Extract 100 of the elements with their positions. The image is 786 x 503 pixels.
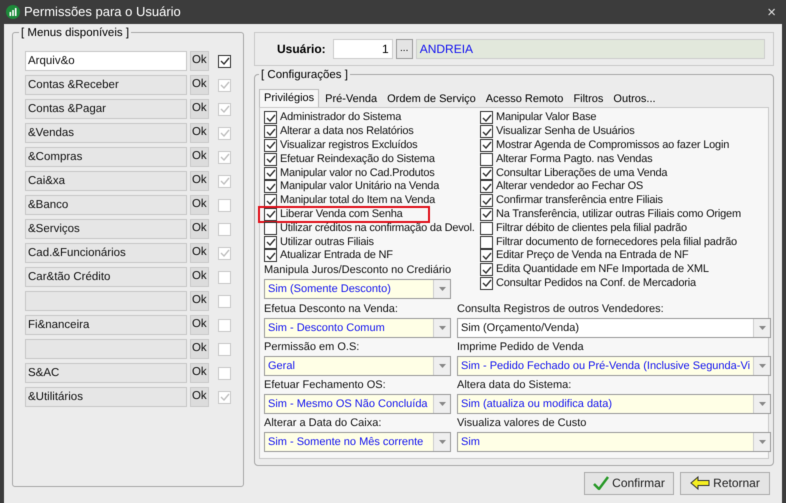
option-label: Manipular Valor Base — [496, 112, 596, 124]
field-label: Consulta Registros de outros Vendedores: — [457, 302, 664, 317]
check-icon — [220, 128, 230, 138]
option-label: Visualizar Senha de Usuários — [496, 126, 635, 138]
checkbox[interactable] — [264, 125, 277, 138]
check-icon — [593, 476, 610, 490]
checkbox[interactable] — [264, 249, 277, 262]
option-label: Editar Preço de Venda na Entrada de NF — [496, 250, 688, 262]
checkbox[interactable] — [264, 208, 277, 221]
checkbox[interactable] — [480, 222, 493, 235]
checkbox[interactable] — [264, 194, 277, 208]
option-label: Edita Quantidade em NFe Importada de XML — [496, 264, 709, 276]
check-icon — [482, 278, 492, 288]
dropdown[interactable]: Sim - Desconto Comum — [264, 318, 451, 338]
field-label: Alterar a Data do Caixa: — [264, 416, 382, 431]
check-icon — [266, 237, 276, 248]
option-label: Utilizar outras Filiais — [280, 236, 374, 248]
check-icon — [220, 152, 230, 162]
check-icon — [482, 112, 492, 123]
check-icon — [266, 140, 276, 150]
checkbox[interactable] — [264, 180, 277, 194]
dropdown[interactable]: Sim - Pedido Fechado ou Pré-Venda (Inclusive Segunda-Vi — [457, 356, 772, 376]
checkbox[interactable] — [480, 249, 493, 262]
checkbox[interactable] — [264, 138, 277, 152]
ok-button[interactable]: Ok — [190, 51, 209, 71]
checkbox[interactable] — [264, 152, 277, 166]
tab[interactable]: Acesso Remoto — [482, 92, 568, 107]
check-icon — [266, 126, 276, 137]
dropdown[interactable]: Geral — [264, 356, 451, 376]
tab[interactable]: Ordem de Serviço — [383, 92, 480, 107]
option-label: Manipular total do Item na Venda — [280, 195, 436, 206]
check-icon — [482, 196, 492, 206]
tab[interactable]: Filtros — [569, 92, 608, 107]
check-icon — [266, 182, 276, 192]
option-label: Alterar a data nos Relatórios — [280, 126, 414, 138]
option-label: Administrador do Sistema — [280, 112, 402, 124]
checkbox[interactable] — [480, 166, 493, 180]
checkbox[interactable] — [264, 236, 277, 249]
option-label: Utilizar créditos na confirmação da Devol. — [280, 222, 475, 234]
checkbox[interactable] — [480, 180, 493, 194]
field-label: Imprime Pedido de Venda — [457, 340, 584, 355]
check-icon — [220, 392, 230, 402]
dropdown[interactable]: Sim (Somente Desconto) — [264, 278, 451, 299]
field-label: Altera data do Sistema: — [457, 378, 572, 393]
check-icon — [266, 196, 276, 206]
user-code-field[interactable]: 1 — [332, 39, 393, 59]
checkbox[interactable] — [218, 54, 231, 68]
field-label: Visualiza valores de Custo — [457, 416, 586, 431]
option-label: Atualizar Entrada de NF — [280, 250, 393, 262]
user-label: Usuário: — [277, 41, 326, 58]
checkbox[interactable] — [480, 152, 493, 166]
check-icon — [220, 248, 230, 258]
check-icon — [482, 168, 492, 178]
tab[interactable]: Outros... — [609, 92, 660, 107]
option-label: Manipular valor Unitário na Venda — [280, 181, 440, 192]
field-label: Efetua Desconto na Venda: — [264, 302, 398, 317]
checkbox[interactable] — [480, 263, 493, 276]
option-label: Alterar vendedor ao Fechar OS — [496, 181, 644, 192]
check-icon — [266, 154, 276, 164]
checkbox[interactable] — [480, 236, 493, 249]
field-label: Manipula Juros/Desconto no Crediário — [264, 262, 452, 278]
checkbox[interactable] — [480, 276, 493, 290]
back-button[interactable]: Retornar — [680, 472, 770, 495]
check-icon — [266, 250, 276, 261]
dropdown[interactable]: Sim — [457, 432, 772, 452]
window-title: Permissões para o Usuário — [24, 3, 181, 22]
check-icon — [482, 264, 492, 275]
dropdown[interactable]: Sim (atualiza ou modifica data) — [457, 394, 772, 414]
left-arrow-icon — [690, 476, 710, 490]
checkbox[interactable] — [480, 138, 493, 152]
close-button[interactable]: × — [763, 4, 780, 20]
option-label: Confirmar transferência entre Filiais — [496, 195, 663, 206]
dropdown[interactable]: Sim (Orçamento/Venda) — [457, 318, 772, 338]
option-label: Manipular valor no Cad.Produtos — [280, 168, 435, 179]
checkbox[interactable] — [480, 111, 493, 124]
option-label: Efetuar Reindexação do Sistema — [280, 154, 435, 165]
check-icon — [482, 209, 492, 220]
option-label: Liberar Venda com Senha — [280, 208, 403, 220]
option-label: Mostrar Agenda de Compromissos ao fazer Login — [496, 140, 730, 151]
check-icon — [220, 56, 230, 66]
dropdown[interactable]: Sim - Somente no Mês corrente — [264, 432, 451, 452]
check-icon — [482, 250, 492, 261]
confirm-button[interactable]: Confirmar — [584, 472, 674, 495]
checkbox[interactable] — [264, 111, 277, 124]
checkbox[interactable] — [264, 166, 277, 180]
option-label: Consultar Pedidos na Conf. de Mercadoria — [496, 278, 696, 289]
check-icon — [266, 168, 276, 178]
check-icon — [482, 126, 492, 137]
checkbox[interactable] — [264, 222, 277, 235]
lookup-button[interactable]: ... — [396, 39, 413, 59]
tab[interactable]: Privilégios — [259, 89, 320, 107]
option-label: Na Transferência, utilizar outras Filiais como Origem — [496, 208, 741, 220]
checkbox[interactable] — [480, 125, 493, 138]
checkbox[interactable] — [480, 194, 493, 208]
option-label: Filtrar débito de clientes pela filial padrão — [496, 222, 687, 234]
checkbox[interactable] — [480, 208, 493, 221]
menu-field[interactable]: Arquiv&o — [25, 51, 187, 71]
tab[interactable]: Pré-Venda — [321, 92, 382, 107]
dropdown[interactable]: Sim - Mesmo OS Não Concluída — [264, 394, 451, 414]
option-label: Consultar Liberações de uma Venda — [496, 168, 668, 179]
